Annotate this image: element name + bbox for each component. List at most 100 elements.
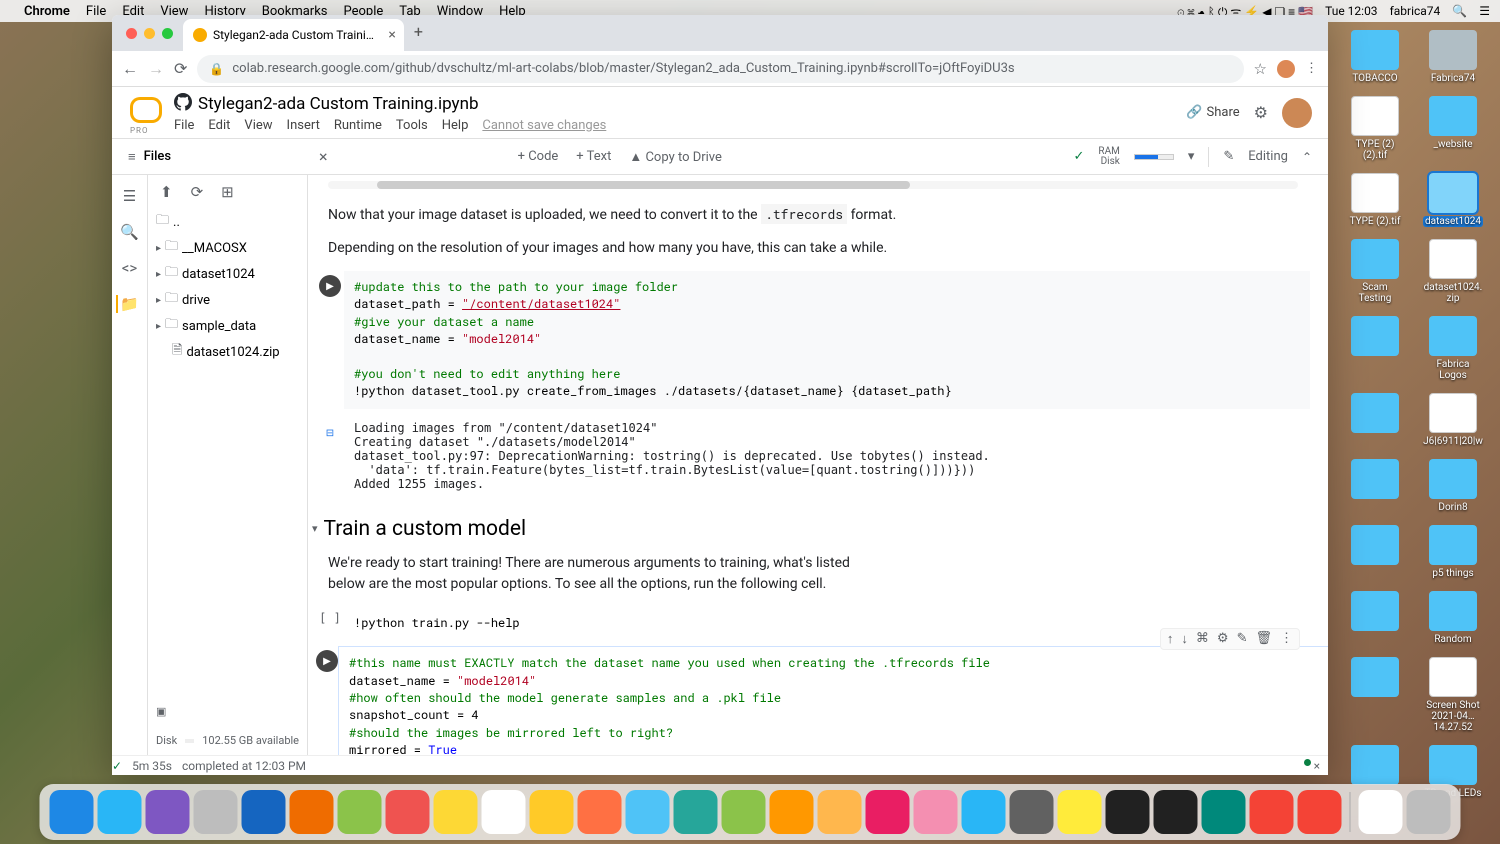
window-min[interactable] bbox=[144, 28, 155, 39]
code-cell-active[interactable]: ▶ #this name must EXACTLY match the data… bbox=[316, 646, 1310, 755]
add-text-button[interactable]: + Text bbox=[576, 149, 611, 165]
code-cell[interactable]: ▶ #update this to the path to your image… bbox=[316, 271, 1310, 409]
user-avatar[interactable] bbox=[1282, 98, 1312, 128]
dock-app[interactable] bbox=[242, 790, 286, 834]
colab-menu-edit[interactable]: Edit bbox=[208, 118, 230, 133]
code-editor[interactable]: #this name must EXACTLY match the datase… bbox=[338, 646, 1328, 755]
cannot-save-label[interactable]: Cannot save changes bbox=[482, 118, 606, 133]
desktop-icon[interactable] bbox=[1345, 525, 1405, 579]
desktop-icon[interactable]: Screen Shot 2021-04…14.27.52 bbox=[1423, 657, 1483, 733]
desktop-icon[interactable]: Random bbox=[1423, 591, 1483, 645]
dock-app[interactable] bbox=[1359, 790, 1403, 834]
kernel-status-icon[interactable] bbox=[1304, 759, 1311, 766]
file-tree[interactable]: 🗀 ..▸ 🗀 __MACOSX▸ 🗀 dataset1024▸ 🗀 drive… bbox=[148, 209, 307, 697]
dock-app[interactable] bbox=[482, 790, 526, 834]
menu-file[interactable]: File bbox=[86, 4, 106, 19]
move-up-icon[interactable]: ↑ bbox=[1167, 631, 1174, 647]
menu-icon[interactable]: ☰ bbox=[1479, 4, 1490, 18]
dock-app[interactable] bbox=[914, 790, 958, 834]
desktop-icon[interactable]: Scam Testing bbox=[1345, 239, 1405, 304]
run-button[interactable]: ▶ bbox=[319, 275, 341, 297]
close-files-icon[interactable]: × bbox=[319, 147, 328, 166]
run-button[interactable]: ▶ bbox=[316, 650, 338, 672]
search-icon[interactable]: 🔍 bbox=[1452, 4, 1467, 18]
hamburger-icon[interactable]: ≡ bbox=[128, 149, 136, 165]
tab-close-icon[interactable]: × bbox=[388, 27, 395, 43]
dock-app[interactable] bbox=[626, 790, 670, 834]
menubar-time[interactable]: Tue 12:03 bbox=[1325, 4, 1377, 18]
dock-app[interactable] bbox=[98, 790, 142, 834]
colab-menu-view[interactable]: View bbox=[244, 118, 272, 133]
toc-icon[interactable]: ☰ bbox=[123, 187, 136, 205]
colab-menu-runtime[interactable]: Runtime bbox=[334, 118, 382, 133]
notebook-content[interactable]: Now that your image dataset is uploaded,… bbox=[308, 175, 1328, 755]
back-button[interactable]: ← bbox=[122, 59, 138, 79]
dock-app[interactable] bbox=[434, 790, 478, 834]
colab-menu-help[interactable]: Help bbox=[442, 118, 469, 133]
chrome-menu-icon[interactable]: ⋮ bbox=[1305, 61, 1318, 76]
output-toggle-icon[interactable]: ⊟ bbox=[319, 423, 341, 445]
share-button[interactable]: 🔗Share bbox=[1186, 105, 1239, 120]
dock-app[interactable] bbox=[1106, 790, 1150, 834]
dock-app[interactable] bbox=[962, 790, 1006, 834]
desktop-icon[interactable]: J6|6911|20|w bbox=[1423, 393, 1483, 447]
desktop-icon[interactable] bbox=[1345, 459, 1405, 513]
dock-app[interactable] bbox=[770, 790, 814, 834]
dock-app[interactable] bbox=[386, 790, 430, 834]
desktop-icon[interactable]: Dorin8 bbox=[1423, 459, 1483, 513]
dock-app[interactable] bbox=[530, 790, 574, 834]
cell-menu-icon[interactable]: ⋮ bbox=[1280, 631, 1293, 647]
dock-app[interactable] bbox=[866, 790, 910, 834]
desktop-icon[interactable]: TYPE (2).tif bbox=[1345, 173, 1405, 227]
file-tree-item[interactable]: ▸ 🗀 dataset1024 bbox=[156, 261, 307, 287]
section-header[interactable]: ▾ Train a custom model bbox=[308, 503, 1318, 547]
resource-dropdown-icon[interactable]: ▾ bbox=[1188, 149, 1195, 164]
window-max[interactable] bbox=[162, 28, 173, 39]
cell-settings-icon[interactable]: ⚙ bbox=[1217, 631, 1229, 647]
dock-app[interactable] bbox=[1154, 790, 1198, 834]
desktop-icon[interactable] bbox=[1345, 316, 1405, 381]
add-code-button[interactable]: + Code bbox=[518, 149, 559, 165]
snippets-icon[interactable]: <> bbox=[122, 259, 137, 277]
refresh-icon[interactable]: ⟳ bbox=[191, 183, 204, 201]
copy-to-drive-button[interactable]: ▲ Copy to Drive bbox=[629, 149, 722, 165]
settings-icon[interactable]: ⚙ bbox=[1254, 103, 1268, 122]
file-tree-item[interactable]: 🗀 .. bbox=[156, 209, 307, 235]
horizontal-scrollbar[interactable] bbox=[328, 181, 1298, 189]
desktop-icon[interactable]: TYPE (2) (2).tif bbox=[1345, 96, 1405, 161]
desktop-icon[interactable]: Fabrica74 bbox=[1423, 30, 1483, 84]
file-tree-item[interactable]: ▸ 🗀 drive bbox=[156, 287, 307, 313]
dock-app[interactable] bbox=[1202, 790, 1246, 834]
editing-mode[interactable]: Editing bbox=[1248, 149, 1288, 164]
dock-app[interactable] bbox=[1298, 790, 1342, 834]
dock-app[interactable] bbox=[338, 790, 382, 834]
desktop-icon[interactable]: Fabrica Logos bbox=[1423, 316, 1483, 381]
terminal-icon[interactable]: ▣ bbox=[156, 705, 166, 718]
desktop-icon[interactable]: p5 things bbox=[1423, 525, 1483, 579]
file-tree-item[interactable]: ▸ 🗀 sample_data bbox=[156, 313, 307, 339]
desktop-icon[interactable]: _website bbox=[1423, 96, 1483, 161]
search-code-icon[interactable]: 🔍 bbox=[120, 223, 139, 241]
files-icon[interactable]: 📁 bbox=[116, 295, 139, 313]
desktop-icon[interactable]: TOBACCO bbox=[1345, 30, 1405, 84]
browser-tab[interactable]: Stylegan2-ada Custom Traini… × bbox=[183, 19, 404, 51]
dock-app[interactable] bbox=[818, 790, 862, 834]
menu-app[interactable]: Chrome bbox=[24, 4, 70, 19]
dock-app[interactable] bbox=[1407, 790, 1451, 834]
upload-icon[interactable]: ⬆ bbox=[160, 183, 173, 201]
dock-app[interactable] bbox=[578, 790, 622, 834]
mirror-icon[interactable]: ✎ bbox=[1237, 631, 1248, 647]
dock-app[interactable] bbox=[674, 790, 718, 834]
dock-app[interactable] bbox=[50, 790, 94, 834]
collapse-icon[interactable]: ⌃ bbox=[1302, 150, 1312, 164]
desktop-icon[interactable] bbox=[1345, 591, 1405, 645]
dock-app[interactable] bbox=[722, 790, 766, 834]
file-tree-item[interactable]: ▸ 🗀 __MACOSX bbox=[156, 235, 307, 261]
colab-logo-icon[interactable]: PRO bbox=[128, 95, 164, 131]
new-tab-button[interactable]: + bbox=[414, 22, 423, 41]
dock-app[interactable] bbox=[1010, 790, 1054, 834]
bookmark-icon[interactable]: ☆ bbox=[1254, 60, 1267, 78]
url-field[interactable]: 🔒 colab.research.google.com/github/dvsch… bbox=[197, 55, 1243, 83]
dock-app[interactable] bbox=[1250, 790, 1294, 834]
code-editor[interactable]: #update this to the path to your image f… bbox=[344, 271, 1310, 409]
